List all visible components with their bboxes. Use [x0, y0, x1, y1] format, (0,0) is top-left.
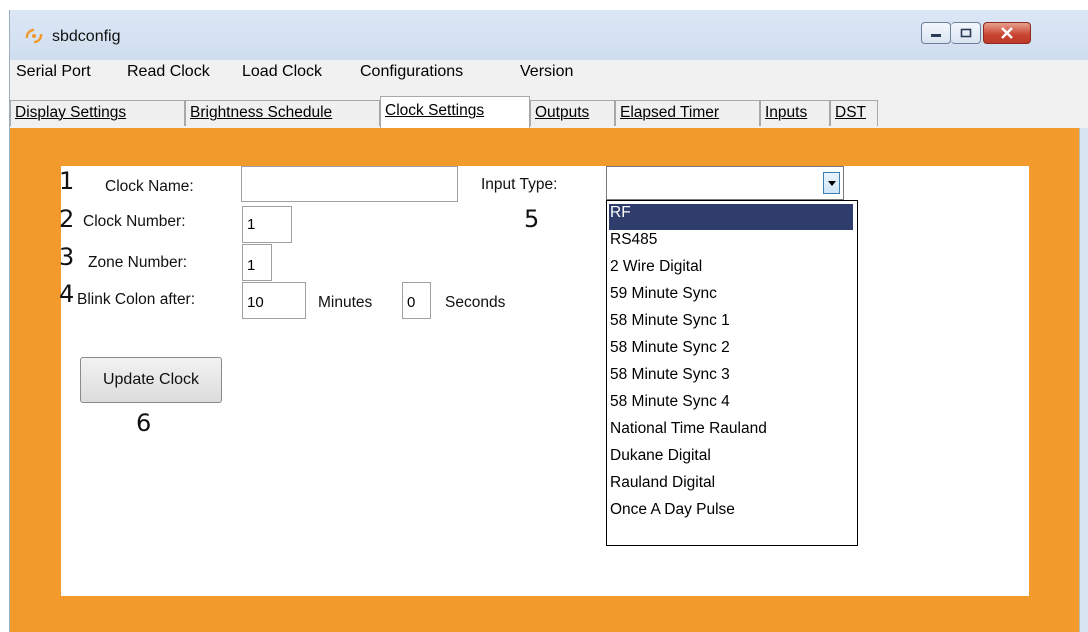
clock-settings-panel: 1 2 3 4 5 6 Clock Name: Clock Number: 1 …	[10, 128, 1080, 632]
update-clock-button[interactable]: Update Clock	[80, 357, 222, 403]
dropdown-option-dukane-digital[interactable]: Dukane Digital	[609, 447, 853, 473]
tab-clock-settings[interactable]: Clock Settings	[380, 96, 530, 128]
tab-strip: Display Settings Brightness Schedule Clo…	[10, 84, 1088, 128]
tab-dst[interactable]: DST	[830, 100, 878, 126]
annotation-1: 1	[59, 167, 75, 195]
annotation-6: 6	[136, 409, 152, 437]
zone-number-input[interactable]: 1	[242, 244, 272, 281]
annotation-2: 2	[59, 205, 75, 233]
tab-display-settings[interactable]: Display Settings	[10, 100, 185, 126]
clock-number-label: Clock Number:	[83, 213, 186, 230]
dropdown-option-rauland-digital[interactable]: Rauland Digital	[609, 474, 853, 500]
sbdconfig-app-icon	[25, 28, 43, 44]
blink-seconds-input[interactable]: 0	[402, 282, 431, 319]
input-type-dropdown-list: RF RS485 2 Wire Digital 59 Minute Sync 5…	[606, 200, 858, 546]
seconds-label: Seconds	[445, 294, 506, 311]
clock-settings-form: 1 2 3 4 5 6 Clock Name: Clock Number: 1 …	[59, 166, 1029, 596]
clock-name-label: Clock Name:	[105, 178, 194, 195]
menu-read-clock[interactable]: Read Clock	[127, 63, 210, 81]
menu-version[interactable]: Version	[520, 63, 573, 81]
tab-inputs[interactable]: Inputs	[760, 100, 830, 126]
dropdown-option-58-minute-sync-1[interactable]: 58 Minute Sync 1	[609, 312, 853, 338]
menu-bar: Serial Port Read Clock Load Clock Config…	[10, 60, 1088, 84]
dropdown-option-once-a-day-pulse[interactable]: Once A Day Pulse	[609, 501, 853, 527]
dropdown-button[interactable]	[823, 172, 840, 194]
dropdown-option-rf[interactable]: RF	[609, 204, 853, 230]
minimize-icon	[931, 34, 941, 37]
zone-number-label: Zone Number:	[88, 254, 188, 271]
menu-load-clock[interactable]: Load Clock	[242, 63, 322, 81]
maximize-icon	[960, 28, 971, 38]
blink-minutes-input[interactable]: 10	[242, 282, 306, 319]
dropdown-option-58-minute-sync-4[interactable]: 58 Minute Sync 4	[609, 393, 853, 419]
sbdconfig-window: sbdconfig Serial Port Read Clock Load Cl…	[9, 10, 1088, 632]
chevron-down-icon	[827, 180, 836, 186]
dropdown-option-59-minute-sync[interactable]: 59 Minute Sync	[609, 285, 853, 311]
dropdown-option-58-minute-sync-2[interactable]: 58 Minute Sync 2	[609, 339, 853, 365]
input-type-combobox[interactable]	[606, 166, 844, 200]
dropdown-option-58-minute-sync-3[interactable]: 58 Minute Sync 3	[609, 366, 853, 392]
dropdown-option-national-time-rauland[interactable]: National Time Rauland	[609, 420, 853, 446]
input-type-label: Input Type:	[481, 176, 558, 193]
annotation-4: 4	[59, 280, 75, 308]
minutes-label: Minutes	[318, 294, 373, 311]
clock-name-input[interactable]	[241, 166, 458, 202]
dropdown-option-2-wire-digital[interactable]: 2 Wire Digital	[609, 258, 853, 284]
annotation-5: 5	[524, 205, 540, 233]
annotation-3: 3	[59, 243, 75, 271]
clock-number-input[interactable]: 1	[242, 206, 292, 243]
tab-elapsed-timer[interactable]: Elapsed Timer	[615, 100, 760, 126]
tab-outputs[interactable]: Outputs	[530, 100, 615, 126]
close-icon	[1001, 27, 1013, 39]
minimize-button[interactable]	[921, 22, 951, 44]
tab-brightness-schedule[interactable]: Brightness Schedule	[185, 100, 380, 126]
window-title: sbdconfig	[52, 28, 121, 45]
menu-serial-port[interactable]: Serial Port	[16, 63, 91, 81]
blink-colon-label: Blink Colon after:	[77, 291, 196, 308]
title-bar[interactable]: sbdconfig	[10, 10, 1088, 60]
close-button[interactable]	[983, 22, 1031, 44]
dropdown-option-rs485[interactable]: RS485	[609, 231, 853, 257]
maximize-button[interactable]	[951, 22, 981, 44]
menu-configurations[interactable]: Configurations	[360, 63, 463, 81]
